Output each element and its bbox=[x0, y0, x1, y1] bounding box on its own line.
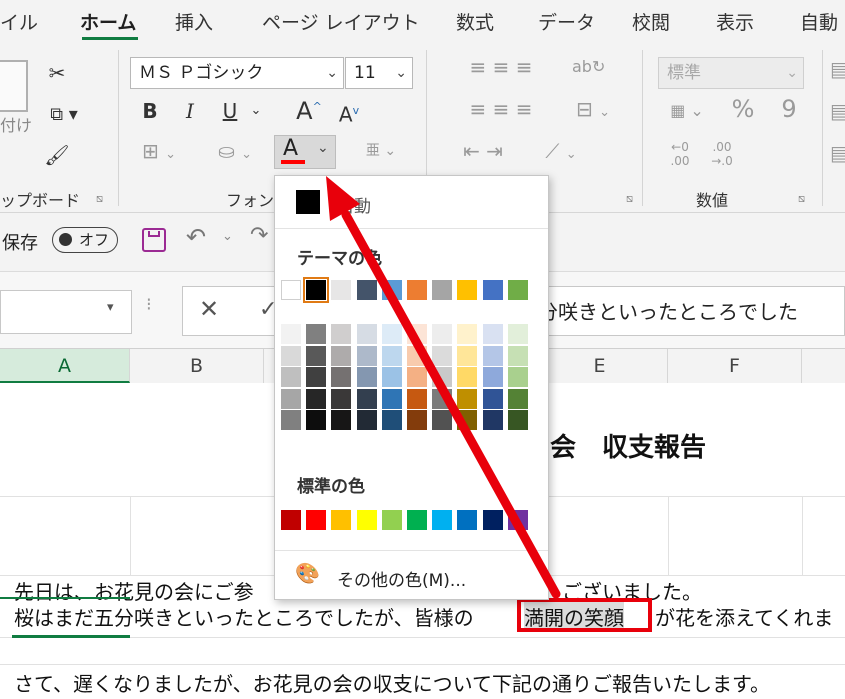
annotation-arrow bbox=[326, 176, 561, 599]
arrow-shaft bbox=[341, 210, 561, 599]
